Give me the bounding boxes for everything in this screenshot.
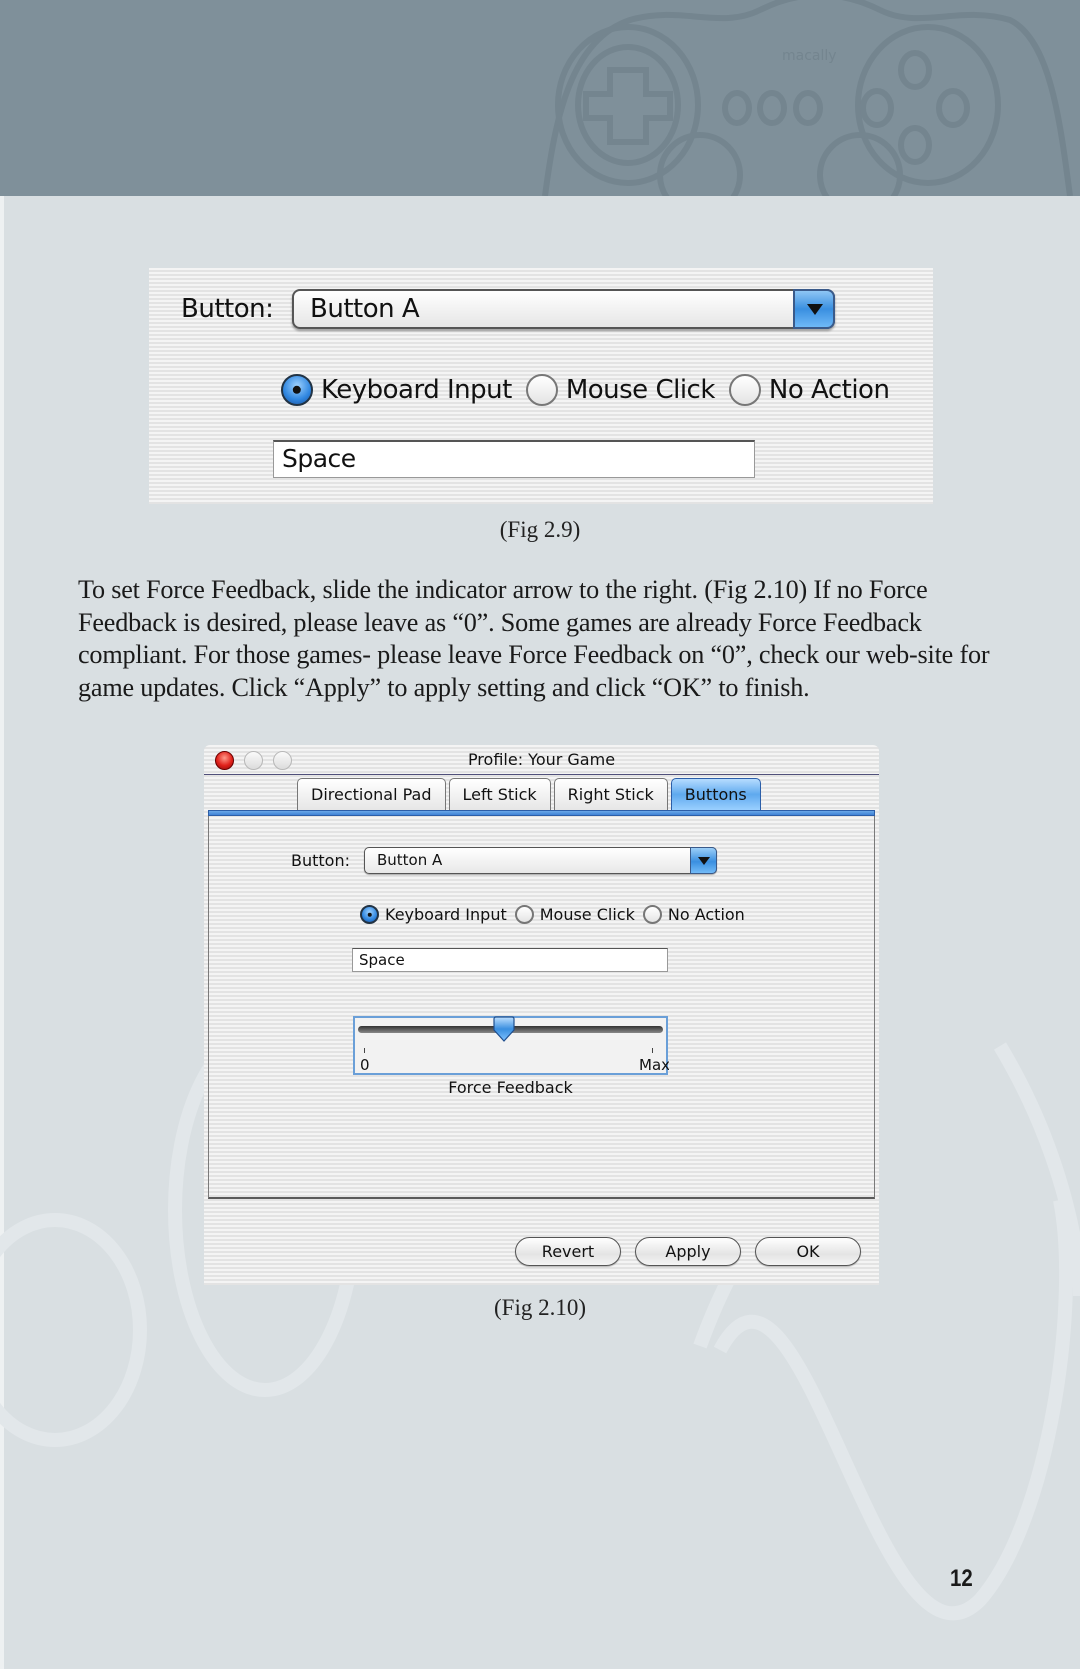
radio-no-action[interactable] — [728, 374, 761, 406]
controller-watermark-icon: macally — [542, 0, 1073, 196]
key-input-field[interactable]: Space — [352, 948, 668, 972]
instructions-paragraph: To set Force Feedback, slide the indicat… — [78, 575, 990, 702]
key-input-field[interactable]: Space — [273, 440, 755, 478]
button-label: Button: — [291, 851, 350, 870]
slider-max-label: Max — [639, 1056, 669, 1074]
revert-button[interactable]: Revert — [515, 1237, 621, 1266]
chevron-down-icon[interactable] — [690, 847, 717, 874]
force-feedback-slider[interactable]: 0 Max — [353, 1016, 669, 1075]
action-radio-group: Keyboard Input Mouse Click No Action — [360, 905, 753, 924]
window-title: Profile: Your Game — [467, 750, 616, 769]
chevron-down-icon[interactable] — [793, 289, 835, 329]
ok-button[interactable]: OK — [755, 1237, 861, 1266]
slider-title: Force Feedback — [448, 1078, 573, 1097]
tab-bar: Directional Pad Left Stick Right Stick B… — [297, 778, 764, 810]
tab-right-stick[interactable]: Right Stick — [553, 778, 668, 810]
svg-text:macally: macally — [782, 48, 837, 64]
radio-no-action-label: No Action — [768, 375, 890, 405]
button-select[interactable]: Button A — [364, 847, 717, 874]
button-select-value: Button A — [377, 851, 443, 869]
key-input-value: Space — [359, 951, 405, 969]
radio-keyboard-input-label: Keyboard Input — [385, 905, 507, 924]
button-label: Button: — [181, 294, 274, 324]
key-input-value: Space — [282, 444, 356, 473]
radio-keyboard-input[interactable] — [281, 374, 313, 406]
apply-button[interactable]: Apply — [635, 1237, 741, 1266]
profile-window: Profile: Your Game Directional Pad Left … — [204, 745, 879, 1285]
page-left-edge — [0, 196, 4, 1669]
tab-directional-pad[interactable]: Directional Pad — [297, 778, 446, 810]
button-select-value: Button A — [310, 294, 420, 324]
action-radio-group: Keyboard Input Mouse Click No Action — [281, 374, 903, 406]
slider-tick-max — [652, 1048, 653, 1053]
radio-keyboard-input-label: Keyboard Input — [321, 375, 512, 405]
radio-mouse-click-label: Mouse Click — [539, 905, 635, 924]
header-band: macally — [0, 0, 1080, 196]
slider-min-label: 0 — [360, 1056, 370, 1074]
radio-mouse-click-label: Mouse Click — [565, 375, 716, 405]
slider-tick-min — [364, 1048, 365, 1053]
radio-mouse-click[interactable] — [525, 374, 558, 406]
page-number: 12 — [950, 1565, 973, 1592]
tab-buttons[interactable]: Buttons — [670, 778, 761, 810]
window-titlebar[interactable]: Profile: Your Game — [204, 745, 879, 775]
radio-mouse-click[interactable] — [514, 905, 534, 924]
radio-no-action-label: No Action — [667, 905, 745, 924]
tab-left-stick[interactable]: Left Stick — [448, 778, 551, 810]
radio-no-action[interactable] — [642, 905, 662, 924]
fig-2-9-screenshot: Button: Button A Keyboard Input Mouse Cl… — [149, 268, 933, 504]
radio-keyboard-input[interactable] — [360, 905, 379, 924]
fig-2-9-caption: (Fig 2.9) — [499, 517, 581, 542]
button-select[interactable]: Button A — [292, 289, 835, 329]
slider-thumb-icon[interactable] — [493, 1016, 515, 1042]
fig-2-10-caption: (Fig 2.10) — [494, 1295, 586, 1320]
